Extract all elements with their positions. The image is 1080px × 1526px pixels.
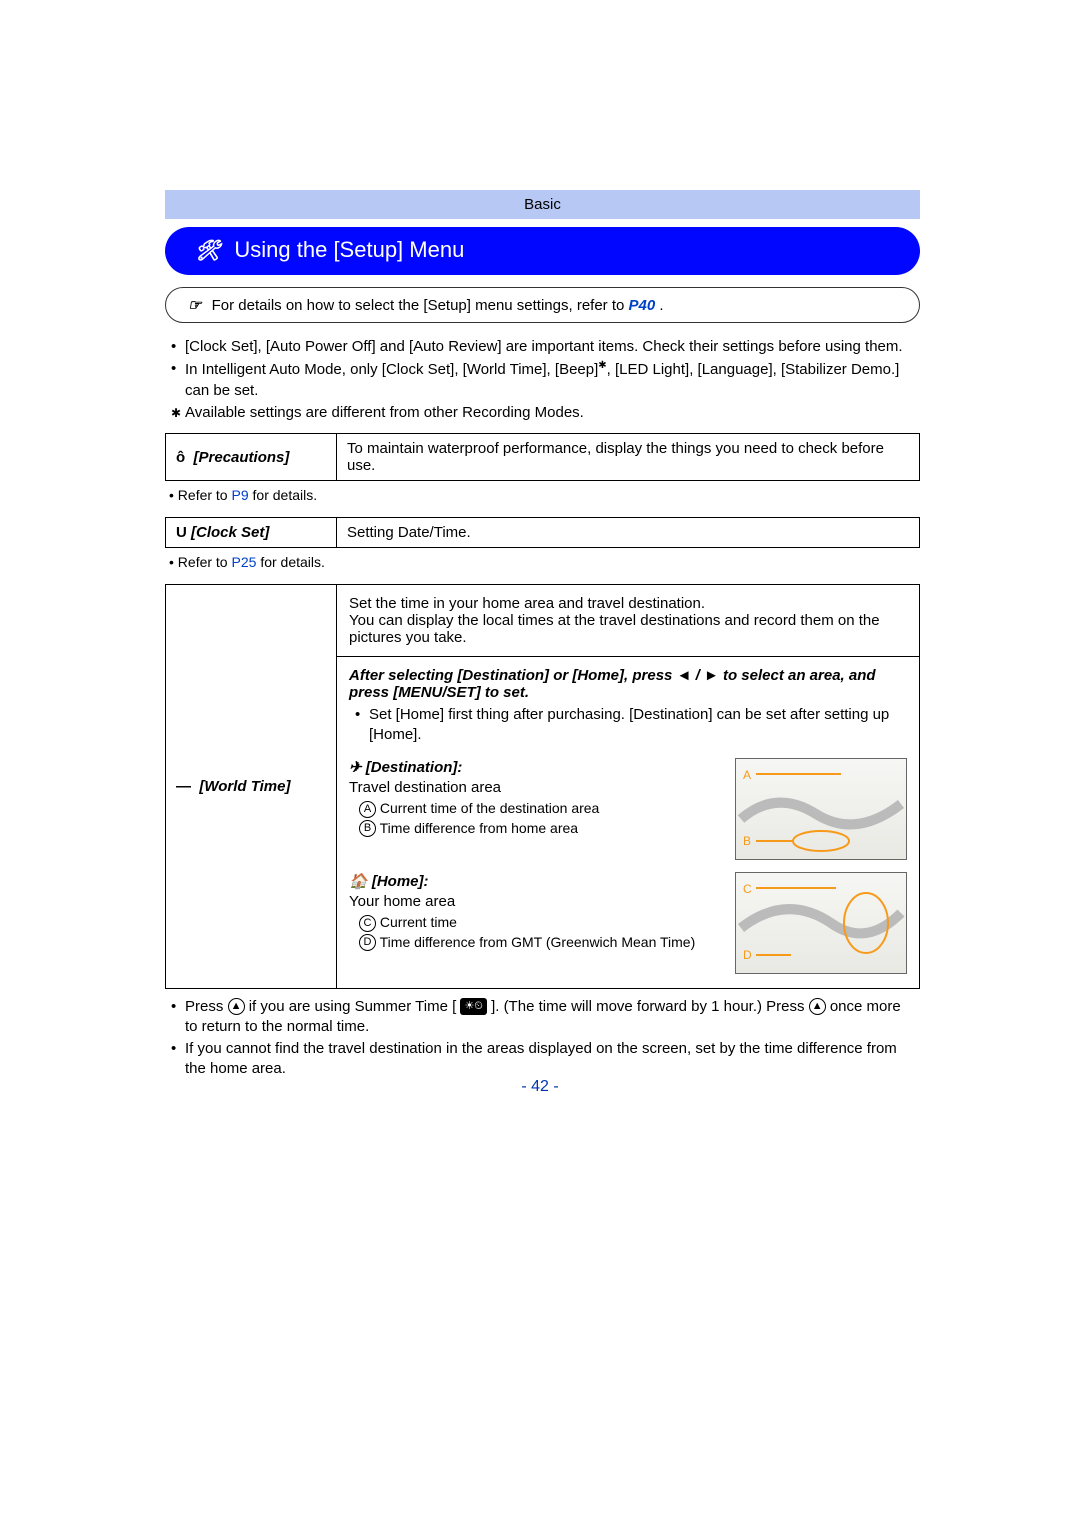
link-p40[interactable]: P40 xyxy=(629,297,656,314)
intro-bullet-star: Available settings are different from ot… xyxy=(171,403,914,423)
thumb-label-d: D xyxy=(743,948,752,962)
link-p25[interactable]: P25 xyxy=(232,554,257,570)
intro-bullet-1: [Clock Set], [Auto Power Off] and [Auto … xyxy=(171,337,914,357)
up-press-icon: ▲ xyxy=(228,998,245,1015)
clockset-icon: U xyxy=(176,524,187,541)
opt-dest-b: B Time difference from home area xyxy=(359,820,721,838)
worldtime-label: [World Time] xyxy=(199,778,290,795)
worldtime-intro2: You can display the local times at the t… xyxy=(349,612,907,646)
worldtime-step-note: Set [Home] first thing after purchasing.… xyxy=(355,705,901,746)
opt-dest-title: [Destination]: xyxy=(366,759,463,776)
foot-bullet-2: If you cannot find the travel destinatio… xyxy=(171,1039,914,1080)
clockset-label: [Clock Set] xyxy=(191,524,269,541)
worldtime-row: — [World Time] Set the time in your home… xyxy=(165,584,920,989)
intro-bullets: [Clock Set], [Auto Power Off] and [Auto … xyxy=(165,337,920,423)
worldtime-step: After selecting [Destination] or [Home],… xyxy=(349,667,907,701)
category-band: Basic xyxy=(165,190,920,219)
precautions-icon: ô xyxy=(176,449,189,466)
opt-dest-sub: Travel destination area xyxy=(349,778,721,798)
page-title-text: Using the [Setup] Menu xyxy=(234,237,464,263)
page-number: - 42 - xyxy=(0,1078,1080,1096)
refer-text-suf: . xyxy=(659,297,663,314)
refer-setup-menu: ☞ For details on how to select the [Setu… xyxy=(165,287,920,323)
intro-bullet-2: In Intelligent Auto Mode, only [Clock Se… xyxy=(171,359,914,401)
page-title: 🛠 Using the [Setup] Menu xyxy=(165,227,920,275)
refer-text-pre: For details on how to select the [Setup]… xyxy=(212,297,629,314)
opt-home-title: [Home]: xyxy=(372,873,429,890)
foot-bullet-1: Press ▲ if you are using Summer Time [ ☀… xyxy=(171,997,914,1038)
home-icon: 🏠 xyxy=(349,873,372,890)
right-arrow-icon: ► xyxy=(704,667,719,684)
opt-home-d: D Time difference from GMT (Greenwich Me… xyxy=(359,934,721,952)
opt-dest-a: A Current time of the destination area xyxy=(359,800,721,818)
link-p9[interactable]: P9 xyxy=(232,487,249,503)
opt-home-sub: Your home area xyxy=(349,892,721,912)
home-map-thumb: C D xyxy=(735,872,907,974)
opt-home-c: C Current time xyxy=(359,914,721,932)
clockset-ref: Refer to P25 for details. xyxy=(169,554,920,570)
thumb-label-b: B xyxy=(743,834,751,848)
worldtime-intro1: Set the time in your home area and trave… xyxy=(349,595,907,612)
hand-icon: ☞ xyxy=(188,297,201,314)
plane-icon: ✈ xyxy=(349,759,366,776)
worldtime-icon: — xyxy=(176,778,195,795)
footnote-star: ✱ xyxy=(598,360,606,371)
summer-time-icon: ☀⏲ xyxy=(460,998,486,1015)
clockset-desc: Setting Date/Time. xyxy=(337,518,920,548)
foot-bullets: Press ▲ if you are using Summer Time [ ☀… xyxy=(165,997,920,1080)
precautions-desc: To maintain waterproof performance, disp… xyxy=(337,434,920,481)
precautions-ref: Refer to P9 for details. xyxy=(169,487,920,503)
thumb-label-c: C xyxy=(743,882,752,896)
precautions-label: [Precautions] xyxy=(194,449,290,466)
up-press-icon-2: ▲ xyxy=(809,998,826,1015)
destination-map-thumb: A B xyxy=(735,758,907,860)
precautions-row: ô [Precautions] To maintain waterproof p… xyxy=(165,433,920,481)
left-arrow-icon: ◄ xyxy=(677,667,692,684)
clockset-row: U [Clock Set] Setting Date/Time. xyxy=(165,517,920,548)
setup-icon: 🛠 xyxy=(195,238,220,263)
thumb-label-a: A xyxy=(743,768,751,782)
